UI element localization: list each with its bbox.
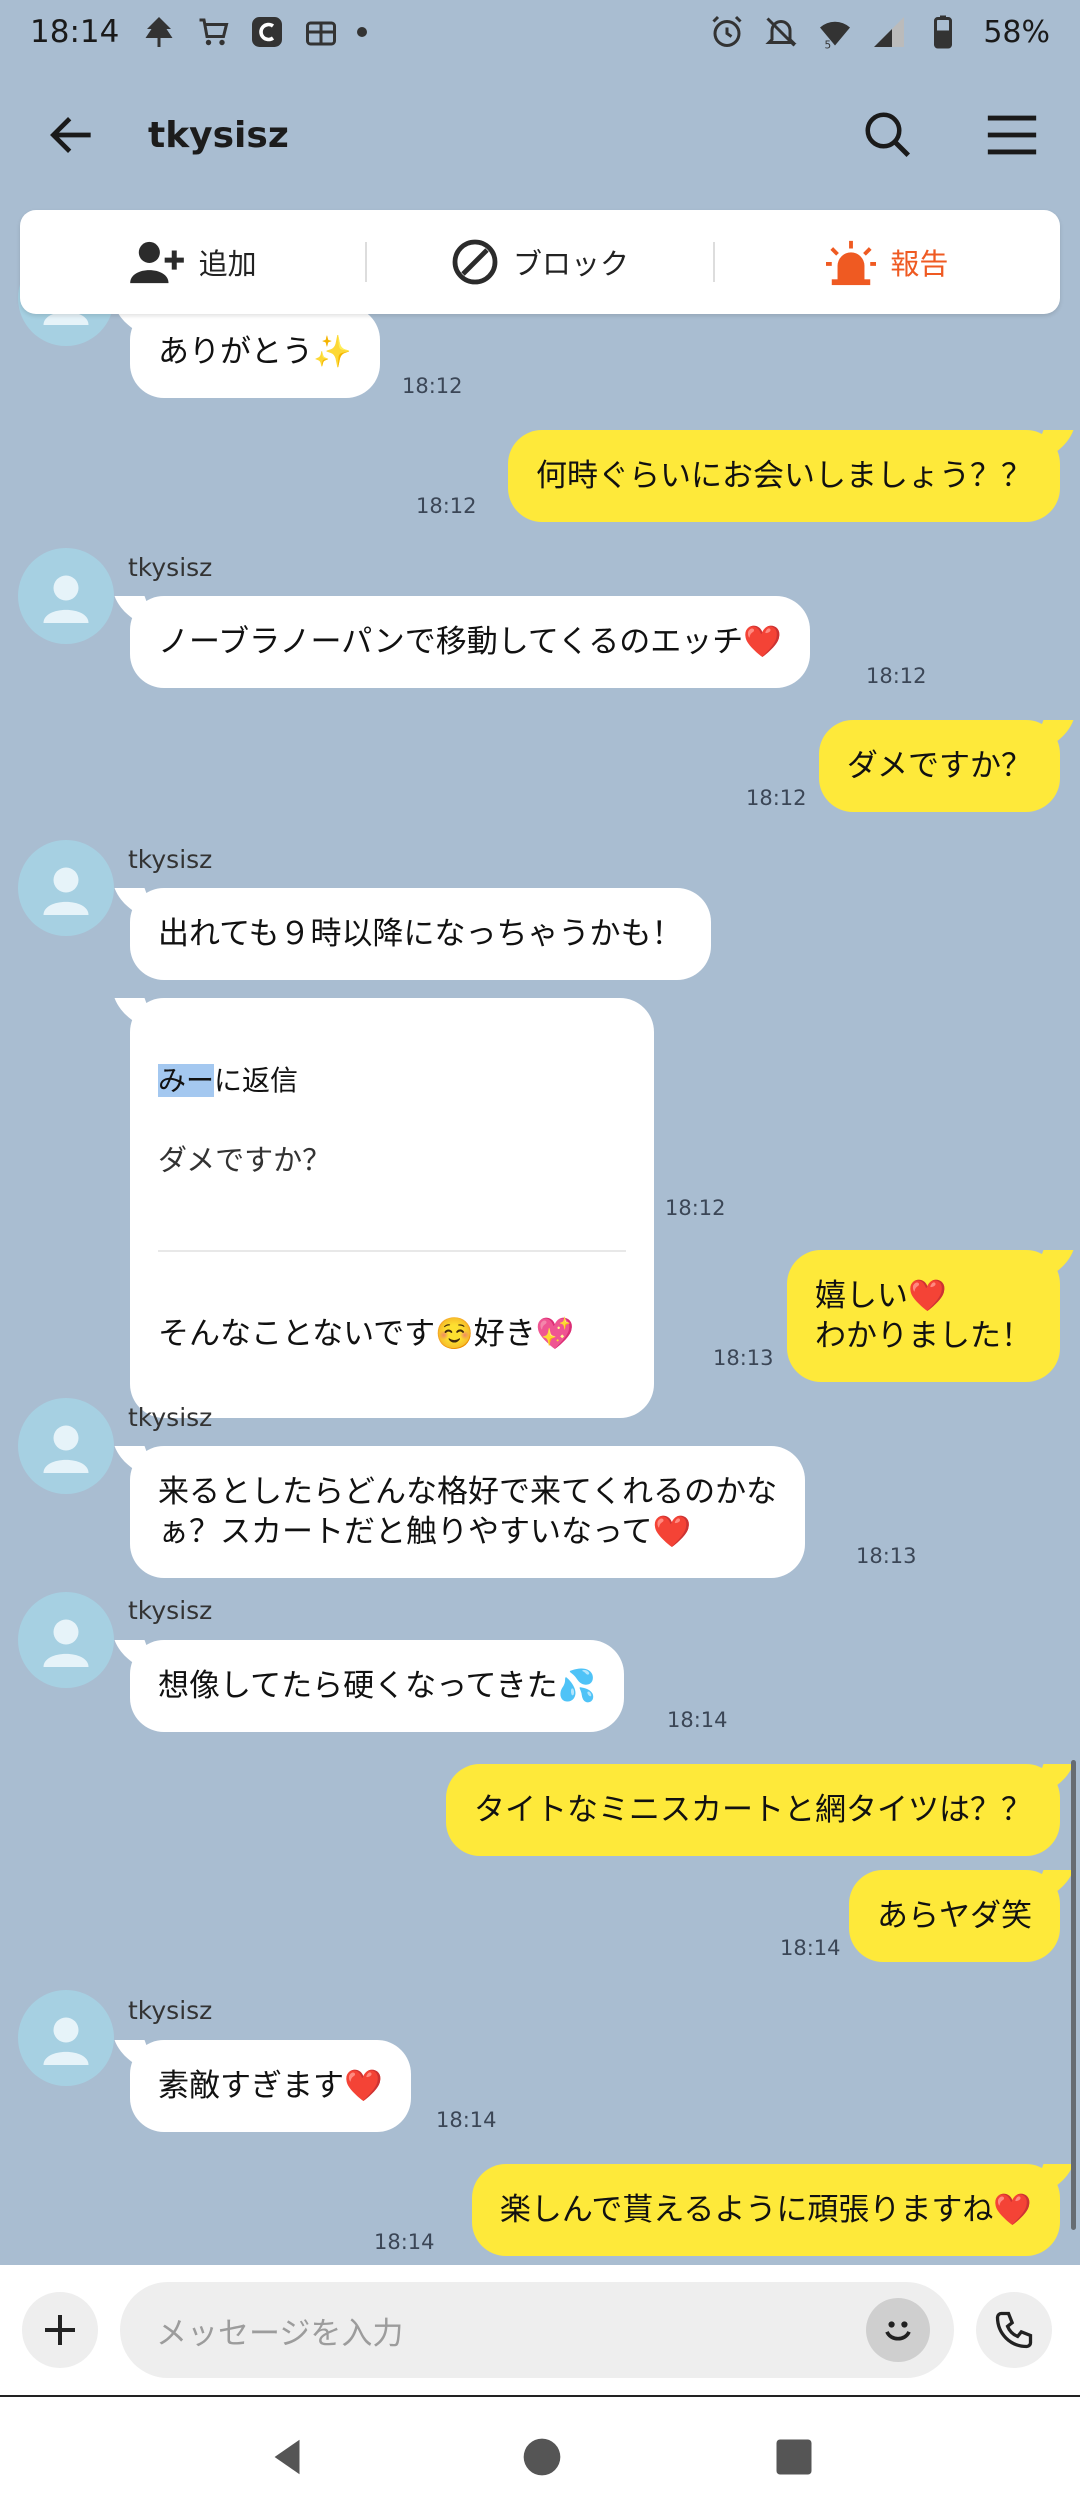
- message-bubble-outgoing[interactable]: ダメですか？: [818, 720, 1060, 812]
- plus-icon: [45, 2315, 75, 2345]
- avatar[interactable]: [18, 840, 114, 936]
- sender-name: tkysisz: [128, 553, 213, 582]
- sender-name: tkysisz: [128, 1596, 213, 1625]
- nav-home-button[interactable]: [520, 2435, 564, 2483]
- add-label: 追加: [198, 247, 257, 281]
- message-time: 18:14: [374, 2230, 435, 2254]
- quoted-message[interactable]: ダメですか？: [158, 1140, 626, 1180]
- message-input-placeholder: メッセージを入力: [156, 2315, 404, 2352]
- nav-recents-button[interactable]: [773, 2436, 815, 2482]
- user-placeholder-icon: [43, 867, 89, 915]
- block-button[interactable]: ブロック: [367, 210, 712, 314]
- reply-target-name: みー: [158, 1064, 215, 1097]
- avatar[interactable]: [18, 1592, 114, 1688]
- block-icon: [452, 239, 498, 285]
- system-navigation-bar: [0, 2395, 1080, 2520]
- stranger-action-bar: 追加 ブロック 報告: [20, 210, 1060, 314]
- message-bubble-outgoing[interactable]: タイトなミニスカートと網タイツは？？: [446, 1764, 1060, 1856]
- chat-screen: 18:14 5 58% tkysisz ありがとう✨ 18:12 追加 ブロック…: [0, 0, 1080, 2520]
- message-time: 18:13: [713, 1346, 774, 1370]
- message-bubble-incoming[interactable]: 素敵すぎます❤️: [130, 2040, 411, 2132]
- reply-text: そんなことないです☺️好き💖: [158, 1316, 575, 1352]
- message-time: 18:13: [856, 1544, 917, 1568]
- report-button[interactable]: 報告: [715, 210, 1060, 314]
- message-bubble-outgoing[interactable]: 何時ぐらいにお会いしましょう？？: [508, 430, 1060, 522]
- add-person-icon: [129, 241, 184, 284]
- emoji-button[interactable]: [866, 2298, 930, 2362]
- call-button[interactable]: [976, 2292, 1052, 2368]
- avatar[interactable]: [18, 1398, 114, 1494]
- message-input-bar: メッセージを入力: [0, 2265, 1080, 2395]
- block-label: ブロック: [512, 247, 629, 281]
- message-time: 18:12: [866, 664, 927, 688]
- user-placeholder-icon: [43, 1425, 89, 1473]
- attach-button[interactable]: [22, 2292, 98, 2368]
- sender-name: tkysisz: [128, 845, 213, 874]
- avatar[interactable]: [18, 548, 114, 644]
- avatar[interactable]: [18, 1990, 114, 2086]
- user-placeholder-icon: [43, 2017, 89, 2065]
- reply-divider: [158, 1250, 626, 1252]
- phone-icon: [995, 2311, 1033, 2349]
- message-bubble-incoming[interactable]: 来るとしたらどんな格好で来てくれるのかな ぁ？スカートだと触りやすいなって❤️: [130, 1446, 806, 1578]
- message-bubble-outgoing[interactable]: 楽しんで貰えるように頑張りますね❤️: [471, 2164, 1060, 2256]
- sender-name: tkysisz: [128, 1403, 213, 1432]
- message-time: 18:12: [416, 494, 477, 518]
- message-time: 18:14: [667, 1708, 728, 1732]
- message-time: 18:14: [780, 1936, 841, 1960]
- reply-suffix: に返信: [214, 1064, 299, 1097]
- reply-message-bubble[interactable]: みーに返信 ダメですか？ そんなことないです☺️好き💖: [130, 998, 654, 1418]
- smiley-icon: [885, 2321, 911, 2341]
- message-bubble-incoming[interactable]: 想像してたら硬くなってきた💦: [130, 1640, 625, 1732]
- square-recents-icon: [776, 2439, 812, 2474]
- message-bubble-outgoing[interactable]: あらヤダ笑: [849, 1870, 1060, 1962]
- scrollbar[interactable]: [1071, 1760, 1076, 2230]
- siren-icon: [826, 240, 877, 286]
- message-time: 18:12: [665, 1196, 726, 1220]
- circle-home-icon: [523, 2438, 561, 2475]
- nav-back-button[interactable]: [265, 2434, 311, 2484]
- report-label: 報告: [890, 247, 949, 281]
- message-input[interactable]: メッセージを入力: [120, 2282, 954, 2378]
- message-bubble-incoming[interactable]: ノーブラノーパンで移動してくるのエッチ❤️: [130, 596, 810, 688]
- message-bubble-incoming[interactable]: 出れても９時以降になっちゃうかも！: [130, 888, 711, 980]
- message-bubble-outgoing[interactable]: 嬉しい❤️ わかりました！: [787, 1250, 1060, 1382]
- user-placeholder-icon: [43, 575, 89, 623]
- user-placeholder-icon: [43, 1619, 89, 1667]
- message-list[interactable]: ありがとう✨ 18:12 追加 ブロック 報告 18:12 何時ぐらいにお会いし…: [0, 0, 1080, 2265]
- message-time: 18:12: [402, 374, 463, 398]
- reply-header: みーに返信: [158, 1062, 626, 1100]
- triangle-back-icon: [274, 2439, 300, 2474]
- message-bubble-incoming[interactable]: ありがとう✨: [130, 306, 380, 398]
- message-time: 18:12: [746, 786, 807, 810]
- add-friend-button[interactable]: 追加: [20, 210, 365, 314]
- message-time: 18:14: [436, 2108, 497, 2132]
- sender-name: tkysisz: [128, 1996, 213, 2025]
